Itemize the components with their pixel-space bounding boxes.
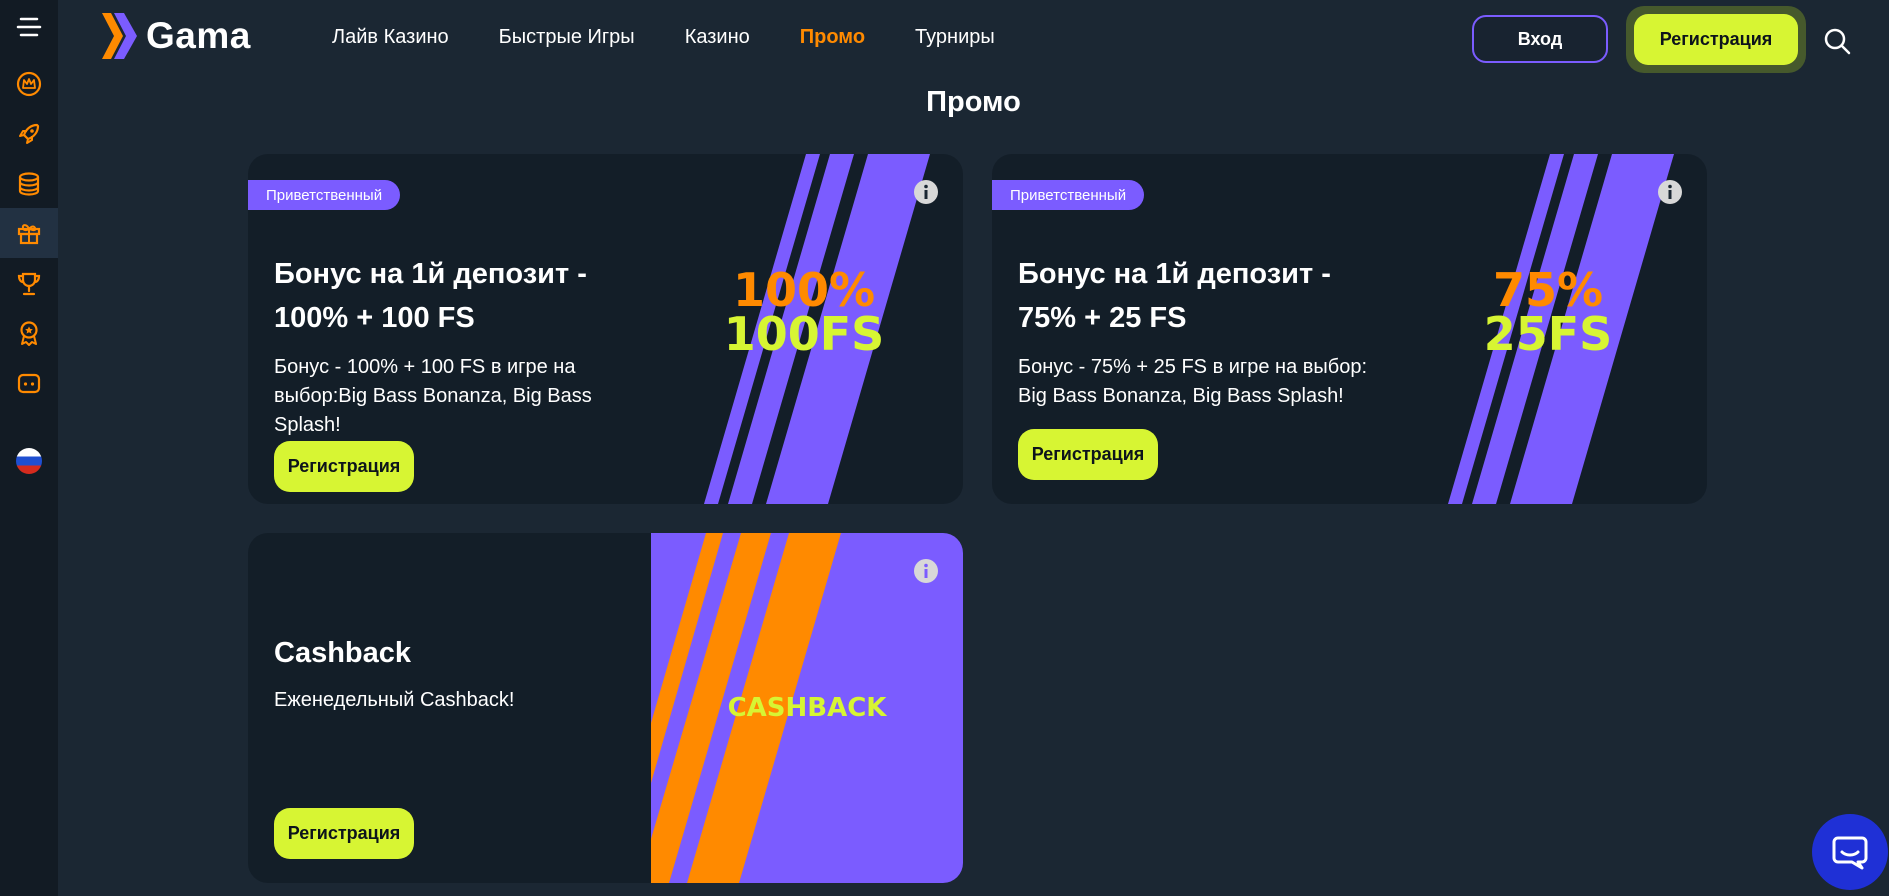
nav-item-live-casino[interactable]: Лайв Казино xyxy=(332,26,449,49)
search-icon[interactable] xyxy=(1822,26,1852,56)
promo-description: Еженедельный Cashback! xyxy=(274,689,515,711)
promo-title: Cashback xyxy=(274,637,412,669)
promo-card-cashback: CASHBACK Cashback Еженедельный Cashback!… xyxy=(248,533,963,883)
promo-art-cashback: CASHBACK xyxy=(651,533,963,883)
sidebar-item-tournaments[interactable] xyxy=(0,259,58,309)
promo-art-fs: 25FS xyxy=(1484,307,1613,361)
sidebar-item-promo[interactable] xyxy=(0,208,58,258)
nav-item-casino[interactable]: Казино xyxy=(685,26,750,49)
promo-title-line-1: Бонус на 1й депозит - xyxy=(1018,258,1331,290)
promo-description: Бонус - 75% + 25 FS в игре на выбор: Big… xyxy=(1018,353,1367,411)
promo-card-deposit-75: 75% 25FS Приветственный Бонус на 1й депо… xyxy=(992,154,1707,504)
promo-title: Бонус на 1й депозит - 75% + 25 FS xyxy=(1018,252,1331,340)
promo-art-stripes: 100% 100FS xyxy=(704,154,930,504)
register-button[interactable]: Регистрация xyxy=(1634,14,1798,65)
info-icon[interactable] xyxy=(913,558,939,584)
promo-description-line: Бонус - 75% + 25 FS в игре на выбор: xyxy=(1018,356,1368,378)
nav-item-tournaments[interactable]: Турниры xyxy=(915,26,995,49)
menu-button[interactable] xyxy=(0,2,58,52)
promo-badge: Приветственный xyxy=(248,180,401,210)
chat-icon xyxy=(1832,836,1868,870)
promo-badge: Приветственный xyxy=(992,180,1145,210)
language-selector[interactable] xyxy=(0,436,58,486)
award-icon xyxy=(20,321,38,346)
promo-register-button[interactable]: Регистрация xyxy=(274,441,414,492)
logo-chevrons-icon xyxy=(102,13,137,59)
promo-description-line: Splash! xyxy=(274,414,341,436)
promo-art-cashback-text: CASHBACK xyxy=(728,693,888,723)
sidebar-item-casino[interactable] xyxy=(0,159,58,209)
sidebar-item-support[interactable] xyxy=(0,358,58,408)
sidebar xyxy=(0,0,58,896)
menu-icon xyxy=(16,17,42,37)
nav-item-fast-games[interactable]: Быстрые Игры xyxy=(499,26,635,49)
main-nav: Лайв Казино Быстрые Игры Казино Промо Ту… xyxy=(332,26,1045,49)
promo-description-line: Big Bass Bonanza, Big Bass Splash! xyxy=(1018,385,1344,407)
promo-register-button[interactable]: Регистрация xyxy=(274,808,414,859)
logo-text: Gama xyxy=(146,15,251,56)
page-title: Промо xyxy=(926,86,1021,118)
header: Gama Лайв Казино Быстрые Игры Казино Про… xyxy=(58,0,1889,78)
promo-title-line-1: Бонус на 1й депозит - xyxy=(274,258,587,290)
sidebar-item-vip[interactable] xyxy=(0,308,58,358)
promo-title-line-2: 100% + 100 FS xyxy=(274,302,475,334)
info-icon[interactable] xyxy=(1657,179,1683,205)
register-button-glow: Регистрация xyxy=(1626,6,1806,73)
nav-item-promo[interactable]: Промо xyxy=(800,26,865,49)
promo-title: Бонус на 1й депозит - 100% + 100 FS xyxy=(274,252,587,340)
logo[interactable]: Gama xyxy=(100,10,251,62)
chat-bubble-icon xyxy=(17,373,41,394)
info-icon[interactable] xyxy=(913,179,939,205)
promo-description: Бонус - 100% + 100 FS в игре на выбор:Bi… xyxy=(274,353,592,440)
promo-description-line: выбор:Big Bass Bonanza, Big Bass xyxy=(274,385,592,407)
login-button[interactable]: Вход xyxy=(1472,15,1608,63)
promo-art-fs: 100FS xyxy=(724,307,885,361)
promo-register-button[interactable]: Регистрация xyxy=(1018,429,1158,480)
gift-icon xyxy=(17,224,41,245)
russia-flag-icon xyxy=(16,448,42,474)
promo-art-stripes: 75% 25FS xyxy=(1448,154,1674,504)
promo-title-line-2: 75% + 25 FS xyxy=(1018,302,1187,334)
rocket-icon xyxy=(19,123,40,144)
promo-description-line: Бонус - 100% + 100 FS в игре на xyxy=(274,356,576,378)
trophy-icon xyxy=(17,272,41,296)
promo-card-deposit-100: 100% 100FS Приветственный Бонус на 1й де… xyxy=(248,154,963,504)
coins-icon xyxy=(18,172,40,196)
live-chat-button[interactable] xyxy=(1812,814,1888,890)
